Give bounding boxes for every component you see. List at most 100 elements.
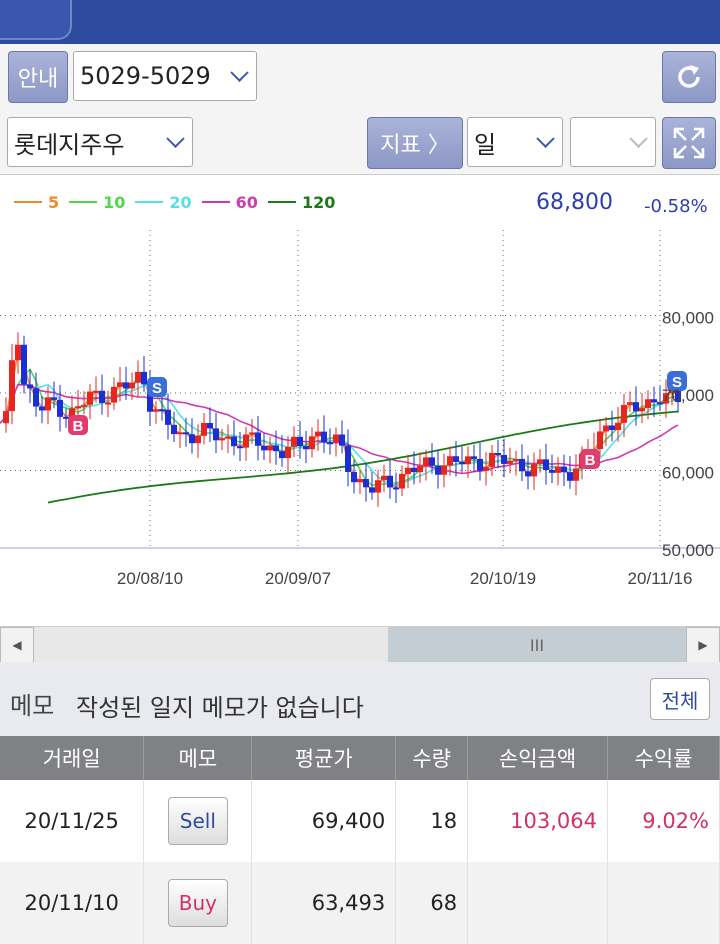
marker-label: B (73, 418, 84, 435)
x-axis-labels: 20/08/10 20/09/07 20/10/19 20/11/16 (117, 569, 693, 588)
expand-icon (673, 127, 705, 159)
stock-select[interactable]: 롯데지주우 (7, 117, 193, 167)
candle-body (57, 399, 63, 417)
candle-body (345, 445, 351, 472)
scroll-thumb[interactable]: III (388, 627, 686, 663)
candle-body (273, 445, 279, 452)
candle-body (285, 446, 291, 459)
candle-body (255, 432, 261, 446)
candle-body (291, 436, 297, 447)
period-select[interactable]: 일 (467, 117, 563, 167)
memo-cell: Buy (143, 862, 253, 944)
candle-body (615, 422, 621, 431)
candle-body (609, 425, 615, 431)
candle-body (177, 432, 183, 435)
candle-body (237, 446, 243, 449)
chart-legend: 5 10 20 60 120 (14, 191, 345, 213)
candle-body (261, 445, 267, 451)
candle-body (369, 487, 375, 493)
candle-body (507, 460, 513, 464)
legend-label: 20 (169, 192, 192, 212)
candle-body (645, 399, 651, 409)
y-axis-labels: 80,000 70,000 60,000 50,000 (662, 309, 714, 561)
account-select[interactable]: 5029-5029 (73, 51, 257, 101)
candle-body (129, 382, 135, 389)
chevron-down-icon (629, 129, 648, 148)
candle-body (477, 458, 483, 471)
scroll-left-button[interactable]: ◀ (0, 627, 34, 663)
memo-all-label: 전체 (661, 688, 699, 713)
candle-body (501, 454, 507, 464)
legend-label: 10 (103, 192, 126, 212)
candle-body (333, 434, 339, 443)
candle-body (531, 464, 537, 477)
candle-body (621, 404, 627, 423)
candle-body (489, 452, 495, 467)
legend-line (14, 201, 42, 203)
scroll-right-button[interactable]: ▶ (686, 627, 720, 663)
candle-body (513, 458, 519, 461)
candle-body (267, 445, 273, 451)
column-header: 메모 (143, 736, 253, 780)
legend-line (267, 201, 296, 203)
candle-body (315, 431, 321, 437)
candle-body (123, 382, 129, 389)
candle-body (393, 487, 399, 490)
account-value: 5029-5029 (80, 62, 211, 90)
candle-body (111, 386, 117, 403)
account-toolbar: 안내 5029-5029 (0, 44, 720, 111)
candlestick-chart[interactable]: BSBS 80,00070,00060,00050,000 20/08/10 20… (0, 230, 720, 630)
chevron-down-icon (230, 63, 249, 82)
candle-body (27, 384, 33, 389)
candle-body (453, 456, 459, 462)
chart-toolbar: 롯데지주우 지표 〉 일 (0, 110, 720, 175)
current-price: 68,800 (536, 190, 613, 215)
candle-body (549, 470, 555, 473)
legend-item-60: 60 (201, 193, 258, 212)
legend-item-120: 120 (267, 193, 335, 212)
profit-amount (467, 862, 609, 944)
candle-body (303, 446, 309, 450)
extra-select[interactable] (570, 117, 656, 167)
candle-body (45, 397, 51, 411)
candle-body (249, 432, 255, 435)
marker-label: S (152, 380, 162, 397)
candle-body (93, 390, 99, 393)
profit-amount: 103,064 (467, 780, 609, 862)
table-row[interactable]: 20/11/10 Buy 63,493 68 (0, 862, 720, 944)
column-header: 수량 (395, 736, 469, 780)
buy-memo-button[interactable]: Buy (167, 879, 228, 927)
candle-body (135, 371, 141, 383)
fullscreen-button[interactable] (662, 117, 716, 169)
sell-memo-button[interactable]: Sell (167, 797, 228, 845)
back-button[interactable] (0, 0, 72, 40)
candle-body (99, 390, 105, 403)
candle-body (603, 425, 609, 432)
candle-body (375, 480, 381, 493)
candle-body (279, 451, 285, 459)
x-tick-label: 20/10/19 (470, 569, 536, 588)
candle-body (3, 411, 9, 424)
candle-body (105, 402, 111, 405)
candle-body (567, 472, 573, 481)
table-header-row: 거래일 메모 평균가 수량 손익금액 수익률 (0, 736, 720, 780)
table-row[interactable]: 20/11/25 Sell 69,400 18 103,064 9.02% (0, 780, 720, 862)
candle-body (33, 388, 39, 407)
price-change: -0.58% (644, 196, 708, 217)
candle-body (297, 436, 303, 447)
memo-all-button[interactable]: 전체 (650, 678, 710, 720)
indicator-button-label: 지표 〉 (380, 133, 450, 158)
refresh-button[interactable] (662, 51, 716, 103)
candle-body (243, 434, 249, 448)
x-tick-label: 20/08/10 (117, 569, 183, 588)
candle-body (519, 458, 525, 472)
chart-scrollbar[interactable]: ◀ III ▶ (0, 626, 720, 664)
quantity: 68 (395, 862, 469, 944)
guide-button[interactable]: 안내 (8, 51, 68, 103)
candle-body (411, 467, 417, 473)
memo-cell: Sell (143, 780, 253, 862)
candle-body (219, 438, 225, 441)
quantity: 18 (395, 780, 469, 862)
candle-body (165, 409, 171, 425)
indicator-button[interactable]: 지표 〉 (367, 117, 463, 169)
